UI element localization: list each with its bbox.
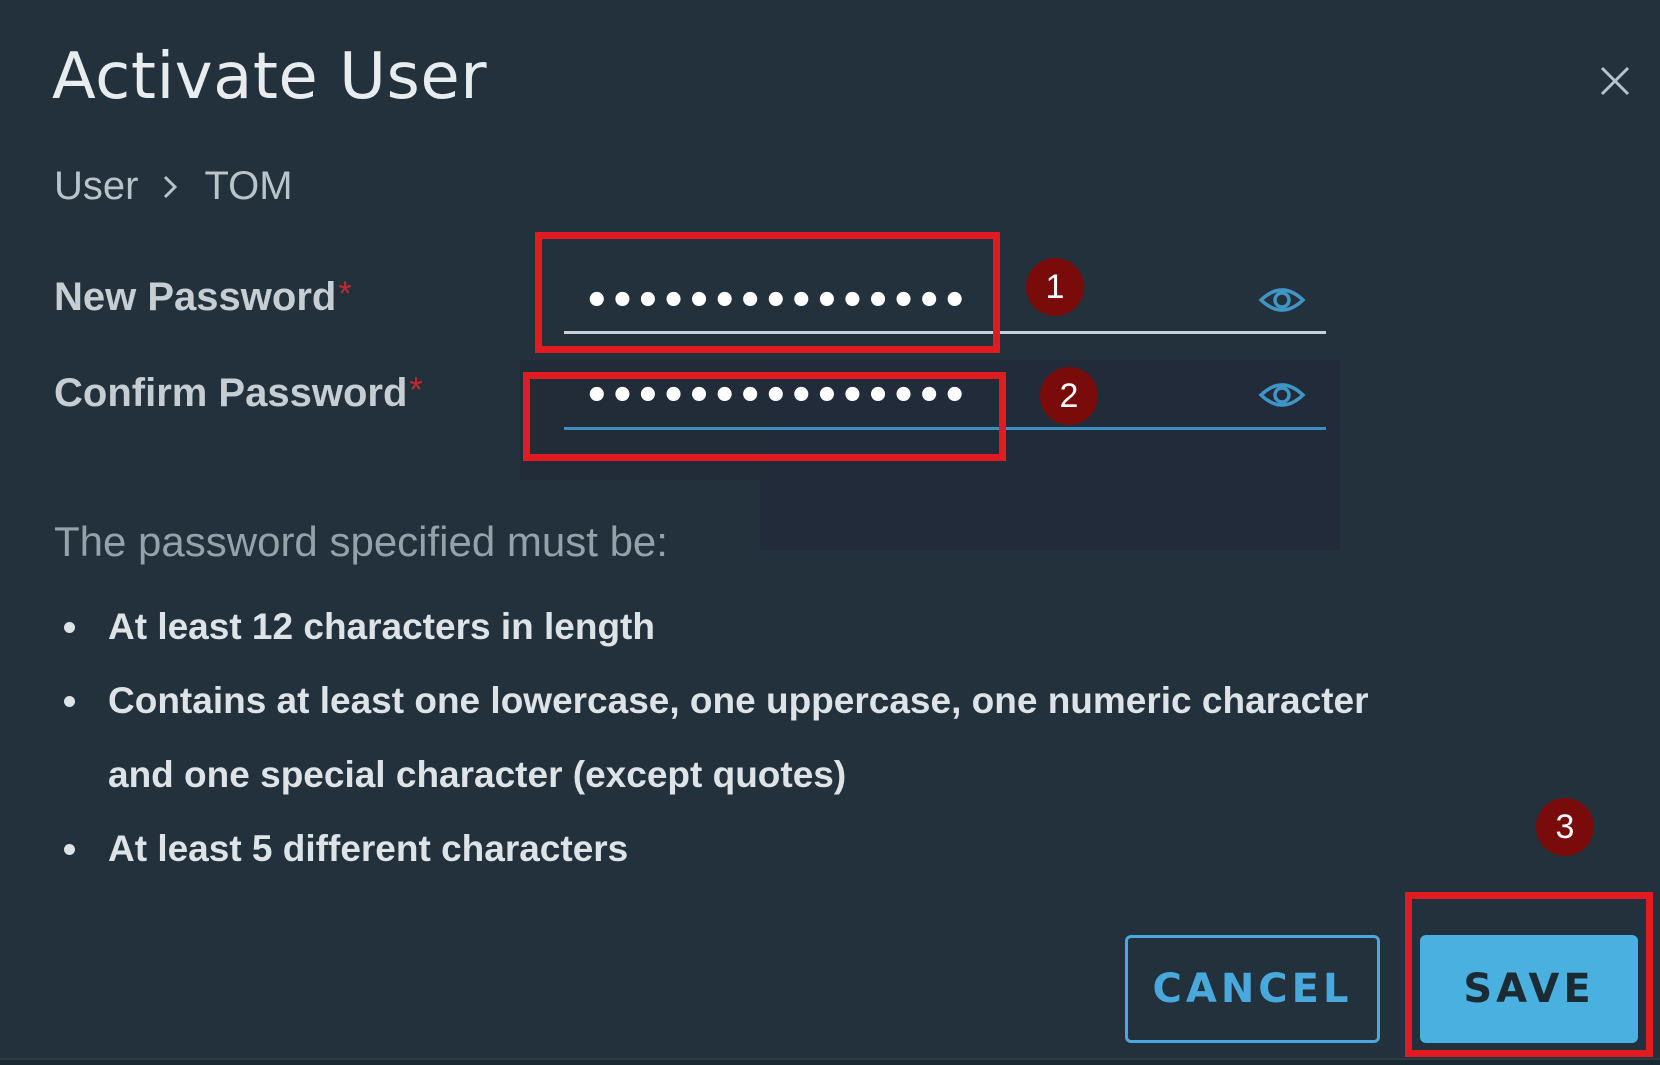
step-marker-3: 3 [1536,798,1594,856]
required-marker: * [409,371,423,409]
list-item: Contains at least one lowercase, one upp… [60,664,1560,812]
eye-icon[interactable] [1258,283,1306,317]
step-marker-2: 2 [1040,367,1098,425]
confirm-password-underline [564,427,1326,430]
breadcrumb-item-tom: TOM [204,164,293,208]
dialog-title: Activate User [52,40,487,114]
step-marker-1: 1 [1026,258,1084,316]
new-password-underline [564,331,1326,334]
list-item: At least 12 characters in length [60,590,1560,664]
required-marker: * [338,275,352,313]
password-requirements-list: At least 12 characters in length Contain… [60,590,1560,886]
activate-user-dialog: Activate User User TOM New Password* Con… [0,0,1660,1060]
confirm-password-input[interactable] [564,367,1324,425]
new-password-input[interactable] [564,272,1324,330]
eye-icon[interactable] [1258,378,1306,412]
breadcrumb-item-user[interactable]: User [54,164,138,209]
breadcrumb: User TOM [54,164,293,209]
cancel-button[interactable]: CANCEL [1125,935,1380,1043]
save-button[interactable]: SAVE [1420,935,1638,1043]
new-password-label: New Password* [54,275,352,319]
chevron-right-icon [162,172,178,202]
close-icon[interactable] [1598,64,1632,98]
confirm-password-label: Confirm Password* [54,371,423,415]
list-item: At least 5 different characters [60,812,1560,886]
dialog-bottom-edge [0,1058,1660,1060]
password-requirements-intro: The password specified must be: [54,518,668,565]
